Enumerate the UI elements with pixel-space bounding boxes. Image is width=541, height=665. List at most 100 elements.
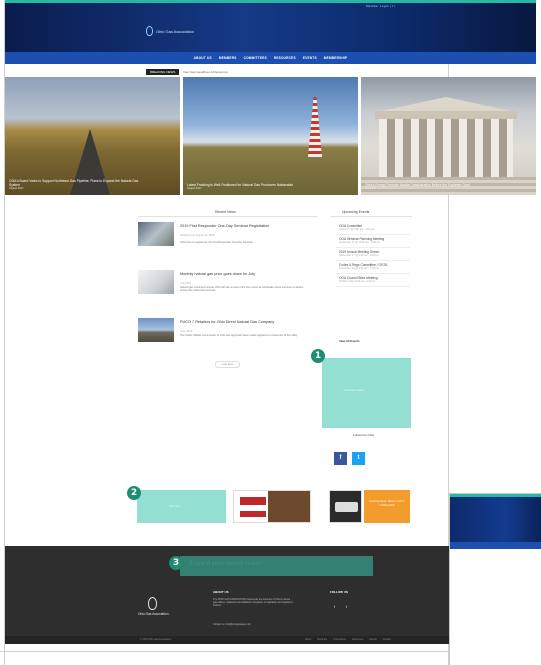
footer-link[interactable]: Members: [317, 638, 327, 641]
ad-c-text: Coming Soon Meter 1-877-OHIO-GAS: [368, 499, 406, 507]
footer-flame-logo-icon: [148, 597, 157, 610]
recent-news-divider: [138, 216, 318, 217]
footer-facebook-icon[interactable]: f: [334, 604, 335, 609]
nav-item-events[interactable]: EVENTS: [303, 56, 317, 60]
event-item[interactable]: 2019 Annual Meeting Dinner September 17 …: [336, 248, 410, 261]
footer-banner-text: Expand your market reach!: [190, 561, 263, 567]
sponsor-ad-meter[interactable]: [329, 490, 362, 523]
news-title[interactable]: 2019 First Responder One-Day Seminar Reg…: [180, 224, 310, 229]
event-item[interactable]: Codes & Regs Committee / OGTA September …: [336, 261, 410, 274]
hero-caption: OGA's Board Votes to Support Northeast G…: [9, 179, 150, 191]
news-excerpt: Click here to register for the First Res…: [180, 241, 254, 244]
footer-link[interactable]: Events: [369, 638, 376, 641]
nav-item-resources[interactable]: RESOURCES: [274, 56, 296, 60]
ad-brand-block: [240, 511, 266, 517]
court-columns: [379, 119, 513, 179]
footer-twitter-icon[interactable]: t: [346, 604, 347, 609]
footer-banner-highlight[interactable]: Expand your market reach!: [180, 556, 373, 576]
ad-logo-badge: [335, 502, 358, 512]
event-date: October 2 @ 10:00 am - 2:00 pm: [339, 280, 376, 283]
sponsor-ad-pipeline[interactable]: [233, 490, 311, 523]
news-ticker: BREAKING NEWS New Gas Headlines & Resour…: [146, 69, 228, 75]
news-list: 2019 First Responder One-Day Seminar Reg…: [138, 222, 318, 366]
logo-text: Ohio Gas Association: [156, 28, 195, 34]
footer-link[interactable]: About: [305, 638, 311, 641]
callout-marker-2: 2: [127, 486, 141, 500]
twitter-button[interactable]: t: [352, 452, 365, 465]
nav-item-membership[interactable]: MEMBERSHIP: [324, 56, 348, 60]
news-item[interactable]: 2019 First Responder One-Day Seminar Reg…: [138, 222, 318, 270]
drilling-rig-image: [308, 97, 322, 157]
court-pediment: [381, 97, 511, 111]
hero-caption-date: July 2017: [365, 187, 377, 190]
hero-caption: Ohio's Energy Decision Awaits Considerat…: [365, 183, 506, 191]
callout-marker-1: 1: [311, 349, 325, 363]
court-entablature: [375, 111, 517, 119]
preview-header: [450, 494, 541, 549]
footer-follow-heading: FOLLOW US: [330, 590, 348, 594]
main-nav: ABOUT US MEMBERS COMMITTEES RESOURCES EV…: [5, 52, 536, 64]
event-date: September 17 @ 5:00 pm - 9:00 pm: [339, 254, 379, 257]
preview-nav-bar: [450, 542, 541, 549]
hero-caption-date: August 2017: [9, 187, 24, 190]
news-date: June 2019: [180, 330, 193, 333]
footer-link[interactable]: Contact: [383, 638, 391, 641]
news-thumbnail[interactable]: [138, 270, 174, 294]
overlapping-page-preview: [449, 493, 541, 665]
news-date: Published on August 12, 2019: [180, 234, 215, 237]
events-divider: [330, 216, 412, 217]
upcoming-events-heading: Upcoming Events: [342, 210, 370, 214]
page: Member Login | f t Ohio Gas Association …: [0, 0, 541, 665]
ticker-badge: BREAKING NEWS: [146, 69, 180, 75]
ad-brand-block: [240, 497, 266, 505]
footer-about-text: The OHIO GAS ASSOCIATION represents the …: [213, 598, 293, 608]
event-item[interactable]: OGA Seminar Planning Meeting September 1…: [336, 235, 410, 248]
hero-caption: Latest Fracking is Well-Positioned for N…: [187, 183, 328, 191]
sponsor-ad-text: Sponsor: [169, 504, 181, 508]
hero-slide-rig[interactable]: Latest Fracking is Well-Positioned for N…: [183, 77, 358, 195]
copyright-text: © 2019 Ohio Gas Association: [140, 638, 172, 641]
sidebar-ad-highlight[interactable]: Advertise Here: [322, 358, 411, 428]
hero-caption-date: August 2017: [187, 187, 202, 190]
nav-item-committees[interactable]: COMMITTEES: [244, 56, 267, 60]
event-date: September 11 @ 10:00 am - 3:00 pm: [339, 241, 381, 244]
sidebar-ad-text: Advertise Here: [344, 388, 364, 392]
hero-caption-title: OGA's Board Votes to Support Northeast G…: [9, 179, 139, 187]
news-item[interactable]: PUCO 7 Retailers for Ohio Direct Natural…: [138, 318, 318, 366]
facebook-icon: f: [339, 455, 342, 461]
footer-about-heading: ABOUT US: [213, 590, 229, 594]
hero-slide-court[interactable]: Ohio's Energy Decision Awaits Considerat…: [361, 77, 536, 195]
flame-logo-icon: [146, 26, 153, 36]
hero-slider: OGA's Board Votes to Support Northeast G…: [5, 77, 536, 195]
facebook-button[interactable]: f: [334, 452, 347, 465]
footer-logo-text: Ohio Gas Association: [138, 612, 169, 616]
recent-news-heading: Recent News: [215, 210, 236, 214]
event-item[interactable]: OGA Committee August 27 @ 9:00 am - 2:00…: [336, 222, 410, 235]
news-title[interactable]: PUCO 7 Retailers for Ohio Direct Natural…: [180, 320, 310, 325]
event-item[interactable]: OGA Council Sites Meeting October 2 @ 10…: [336, 274, 410, 287]
view-all-events-link[interactable]: View All Events: [339, 339, 360, 343]
news-title[interactable]: Monthly natural gas price goes down for …: [180, 272, 310, 277]
footer-contact-link[interactable]: Contact us: info@ohiogasassoc.org: [213, 623, 251, 626]
site-logo[interactable]: Ohio Gas Association: [146, 26, 194, 36]
news-thumbnail[interactable]: [138, 222, 174, 246]
twitter-icon: t: [357, 455, 360, 461]
follow-heading: Follow the OGA: [353, 433, 375, 437]
news-thumbnail[interactable]: [138, 318, 174, 342]
news-excerpt: Natural gas customers across Ohio will s…: [180, 286, 304, 293]
hero-slide-road[interactable]: OGA's Board Votes to Support Northeast G…: [5, 77, 180, 195]
news-item[interactable]: Monthly natural gas price goes down for …: [138, 270, 318, 318]
load-more-button[interactable]: Load More: [215, 361, 240, 368]
event-date: September 19 @ 9:00 am - 2:00 pm: [339, 267, 379, 270]
ticker-text[interactable]: New Gas Headlines & Resources: [183, 70, 228, 74]
footer-link[interactable]: Committees: [333, 638, 346, 641]
nav-item-about[interactable]: ABOUT US: [194, 56, 212, 60]
nav-item-members[interactable]: MEMBERS: [219, 56, 237, 60]
events-list: OGA Committee August 27 @ 9:00 am - 2:00…: [336, 222, 410, 287]
top-links[interactable]: Member Login | f t: [366, 4, 396, 8]
callout-marker-3: 3: [169, 556, 183, 570]
footer-link[interactable]: Resources: [352, 638, 363, 641]
sponsor-ad-highlight[interactable]: Sponsor: [137, 490, 226, 523]
sponsor-ad-orange[interactable]: Coming Soon Meter 1-877-OHIO-GAS: [364, 490, 410, 523]
footer-links: About Members Committees Resources Event…: [305, 638, 391, 641]
